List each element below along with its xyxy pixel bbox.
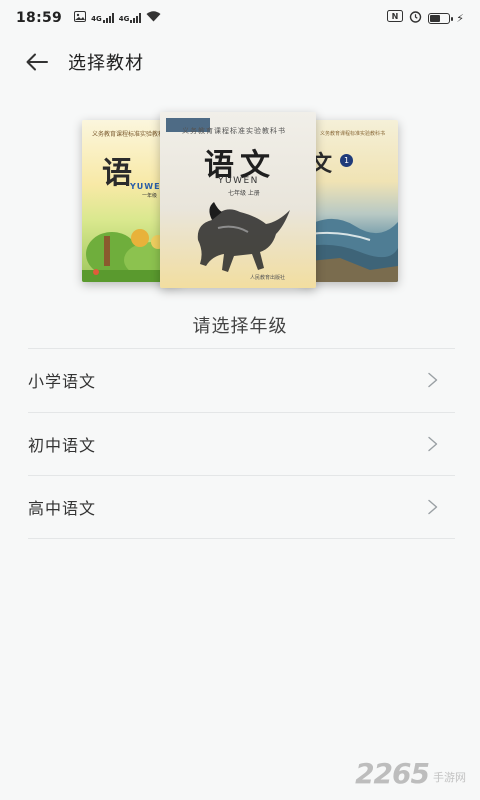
- watermark-text: 手游网: [433, 771, 466, 784]
- image-icon: [74, 10, 87, 26]
- page-title: 选择教材: [68, 53, 144, 74]
- alarm-icon: [409, 10, 422, 27]
- status-bar: 18:59 4G 4G N ⚡: [0, 0, 480, 36]
- book-publisher: 人民教育出版社: [250, 275, 286, 281]
- textbook-cover-center[interactable]: 义务教育课程标准实验教科书 语文 YUWEN 七年级 上册 人民教育出版社: [160, 112, 316, 288]
- chevron-right-icon: [427, 436, 439, 452]
- grade-label: 高中语文: [28, 498, 97, 518]
- nfc-icon: N: [387, 10, 404, 26]
- textbook-carousel[interactable]: 义务教育课程标准实验教科书 语 YUWEN 一年级 义务教育课程标准实验教科书 …: [0, 100, 480, 300]
- grade-label: 初中语文: [28, 435, 97, 455]
- grade-item-primary[interactable]: 小学语文: [28, 348, 455, 412]
- chevron-right-icon: [427, 499, 439, 515]
- wifi-icon: [146, 10, 161, 26]
- book-subtitle: YUWEN: [218, 176, 259, 186]
- watermark-number: 2265: [355, 757, 430, 790]
- book-series-text: 义务教育课程标准实验教科书: [320, 131, 386, 137]
- horse-painting: [197, 202, 290, 272]
- back-arrow-icon[interactable]: [24, 49, 50, 75]
- book-series: 义务教育课程标准实验教科书: [182, 127, 286, 135]
- signal-icon: 4G: [91, 13, 114, 23]
- charging-icon: ⚡: [456, 11, 464, 25]
- header: 选择教材: [0, 36, 480, 88]
- book-grade: 一年级: [142, 193, 158, 199]
- grade-item-senior[interactable]: 高中语文: [28, 475, 455, 539]
- grade-list: 小学语文 初中语文 高中语文: [28, 348, 455, 539]
- status-time: 18:59: [16, 10, 63, 26]
- battery-icon: [428, 12, 454, 24]
- book-volume: 1: [340, 154, 353, 167]
- grade-item-junior[interactable]: 初中语文: [28, 411, 455, 476]
- chevron-right-icon: [427, 372, 439, 388]
- section-title: 请选择年级: [192, 316, 288, 337]
- book-series-text: 义务教育课程标准实验教科书: [92, 131, 171, 138]
- grade-label: 小学语文: [28, 372, 97, 392]
- svg-text:N: N: [392, 12, 399, 21]
- signal-icon-2: 4G: [119, 13, 142, 23]
- book-title: 语: [102, 156, 132, 191]
- watermark-logo: 2265 手游网: [355, 760, 466, 788]
